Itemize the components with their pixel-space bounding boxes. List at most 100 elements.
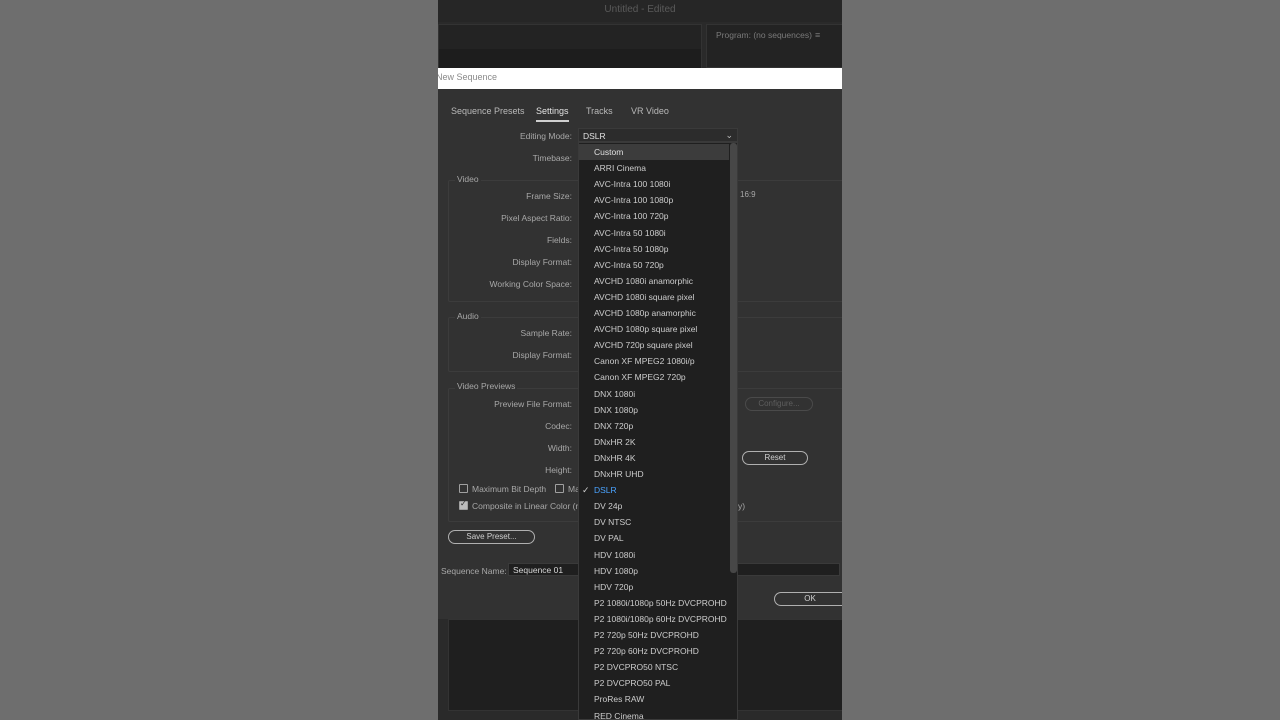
dropdown-item[interactable]: DNxHR 4K bbox=[579, 450, 729, 466]
dropdown-item-label: DNxHR 4K bbox=[594, 452, 636, 463]
dropdown-item-label: ProRes RAW bbox=[594, 694, 645, 705]
dropdown-item[interactable]: DNxHR UHD bbox=[579, 466, 729, 482]
dropdown-item-label: ARRI Cinema bbox=[594, 163, 646, 174]
dropdown-item-label: AVC-Intra 50 720p bbox=[594, 259, 664, 270]
program-panel-label: Program: (no sequences) bbox=[716, 30, 812, 40]
dropdown-item[interactable]: ✓ DSLR bbox=[579, 482, 729, 498]
dropdown-item[interactable]: RED Cinema bbox=[579, 708, 729, 720]
dropdown-item[interactable]: Canon XF MPEG2 1080i/p bbox=[579, 353, 729, 369]
dropdown-item[interactable]: P2 DVCPRO50 PAL bbox=[579, 675, 729, 691]
dropdown-item[interactable]: P2 1080i/1080p 50Hz DVCPROHD bbox=[579, 595, 729, 611]
dropdown-item-label: AVCHD 1080p square pixel bbox=[594, 324, 698, 335]
dropdown-item-label: DV NTSC bbox=[594, 517, 632, 528]
right-background bbox=[842, 0, 1280, 720]
editing-mode-select[interactable]: DSLR ⌄ bbox=[578, 128, 738, 142]
hamburger-icon[interactable]: ≡ bbox=[815, 30, 820, 40]
fields-label: Fields: bbox=[546, 235, 572, 245]
editing-mode-label: Editing Mode: bbox=[520, 131, 572, 141]
dropdown-item[interactable]: DNX 1080i bbox=[579, 386, 729, 402]
dropdown-item[interactable]: HDV 1080p bbox=[579, 563, 729, 579]
reset-button[interactable]: Reset bbox=[742, 451, 808, 465]
dropdown-item-label: AVC-Intra 50 1080p bbox=[594, 243, 669, 254]
dropdown-item-label: P2 1080i/1080p 60Hz DVCPROHD bbox=[594, 613, 727, 624]
dialog-titlebar: New Sequence bbox=[438, 68, 842, 89]
dropdown-item[interactable]: AVCHD 1080i square pixel bbox=[579, 289, 729, 305]
dropdown-item-label: P2 1080i/1080p 50Hz DVCPROHD bbox=[594, 597, 727, 608]
sample-rate-label: Sample Rate: bbox=[520, 328, 573, 338]
preview-file-format-label: Preview File Format: bbox=[494, 399, 572, 409]
dropdown-item[interactable]: ARRI Cinema bbox=[579, 160, 729, 176]
tab-tracks[interactable]: Tracks bbox=[586, 106, 613, 116]
dropdown-item-label: AVC-Intra 50 1080i bbox=[594, 227, 666, 238]
dropdown-item[interactable]: P2 DVCPRO50 NTSC bbox=[579, 659, 729, 675]
dropdown-item[interactable]: DV NTSC bbox=[579, 514, 729, 530]
dropdown-item[interactable]: Custom bbox=[579, 144, 729, 160]
frame-ratio: 16:9 bbox=[740, 190, 756, 199]
left-background bbox=[0, 0, 438, 720]
dropdown-item-label: P2 DVCPRO50 PAL bbox=[594, 678, 671, 689]
max-bit-depth-label: Maximum Bit Depth bbox=[472, 484, 547, 494]
chevron-down-icon: ⌄ bbox=[725, 130, 733, 140]
source-panel-body bbox=[439, 49, 701, 69]
height-label: Height: bbox=[545, 465, 572, 475]
timebase-label: Timebase: bbox=[532, 153, 572, 163]
sequence-name-value: Sequence 01 bbox=[513, 565, 564, 575]
dialog-title: New Sequence bbox=[438, 72, 498, 82]
composite-linear-checkbox[interactable] bbox=[459, 499, 468, 510]
dropdown-item[interactable]: Canon XF MPEG2 720p bbox=[579, 369, 729, 385]
dropdown-item-label: HDV 720p bbox=[594, 581, 634, 592]
dropdown-item[interactable]: AVC-Intra 100 1080p bbox=[579, 192, 729, 208]
tab-sequence-presets[interactable]: Sequence Presets bbox=[451, 106, 525, 116]
video-heading: Video bbox=[455, 174, 481, 184]
tab-vr-video[interactable]: VR Video bbox=[631, 106, 669, 116]
dropdown-item[interactable]: AVC-Intra 100 720p bbox=[579, 208, 729, 224]
video-display-format-label: Display Format: bbox=[512, 257, 572, 267]
dropdown-item-label: DNX 1080p bbox=[594, 404, 638, 415]
dropdown-item[interactable]: P2 1080i/1080p 60Hz DVCPROHD bbox=[579, 611, 729, 627]
width-label: Width: bbox=[547, 443, 572, 453]
dropdown-item[interactable]: DNX 720p bbox=[579, 418, 729, 434]
dropdown-item-label: DV PAL bbox=[594, 533, 624, 544]
dropdown-item[interactable]: AVCHD 1080i anamorphic bbox=[579, 273, 729, 289]
dropdown-item-label: P2 720p 60Hz DVCPROHD bbox=[594, 646, 699, 657]
dropdown-item-label: HDV 1080p bbox=[594, 565, 638, 576]
frame-size-label: Frame Size: bbox=[526, 191, 572, 201]
dropdown-item-label: DNxHR UHD bbox=[594, 469, 644, 479]
dropdown-item-label: DSLR bbox=[594, 485, 617, 496]
ok-button[interactable]: OK bbox=[774, 592, 842, 606]
max-render-quality-checkbox[interactable] bbox=[555, 484, 564, 493]
dropdown-item[interactable]: ProRes RAW bbox=[579, 691, 729, 707]
codec-label: Codec: bbox=[545, 421, 572, 431]
program-panel: Program: (no sequences) ≡ bbox=[706, 24, 842, 68]
dropdown-item[interactable]: DNX 1080p bbox=[579, 402, 729, 418]
dropdown-item[interactable]: DV 24p bbox=[579, 498, 729, 514]
dropdown-item[interactable]: AVCHD 1080p anamorphic bbox=[579, 305, 729, 321]
dropdown-item[interactable]: DNxHR 2K bbox=[579, 434, 729, 450]
working-color-space-label: Working Color Space: bbox=[489, 279, 572, 289]
dropdown-item[interactable]: P2 720p 60Hz DVCPROHD bbox=[579, 643, 729, 659]
dropdown-item[interactable]: AVC-Intra 50 1080i bbox=[579, 225, 729, 241]
dropdown-item[interactable]: HDV 1080i bbox=[579, 547, 729, 563]
save-preset-button[interactable]: Save Preset... bbox=[448, 530, 535, 544]
dropdown-item[interactable]: HDV 720p bbox=[579, 579, 729, 595]
dropdown-item-label: RED Cinema bbox=[594, 710, 644, 720]
dropdown-item-label: P2 720p 50Hz DVCPROHD bbox=[594, 630, 699, 640]
dropdown-item[interactable]: DV PAL bbox=[579, 530, 729, 546]
dropdown-item-label: AVC-Intra 100 720p bbox=[594, 211, 669, 222]
editing-mode-value: DSLR bbox=[583, 131, 606, 141]
composite-linear-label-tail: y) bbox=[738, 501, 746, 511]
configure-button[interactable]: Configure... bbox=[745, 397, 813, 411]
dropdown-item-label: AVCHD 1080p anamorphic bbox=[594, 308, 696, 318]
dropdown-item[interactable]: P2 720p 50Hz DVCPROHD bbox=[579, 627, 729, 643]
dropdown-item-label: DNxHR 2K bbox=[594, 436, 636, 447]
dropdown-item[interactable]: AVC-Intra 50 720p bbox=[579, 257, 729, 273]
dropdown-item[interactable]: AVCHD 1080p square pixel bbox=[579, 321, 729, 337]
tab-settings[interactable]: Settings bbox=[536, 106, 569, 122]
dropdown-item-label: AVC-Intra 100 1080p bbox=[594, 195, 674, 206]
dropdown-scrollbar[interactable] bbox=[730, 143, 737, 573]
pixel-aspect-ratio-label: Pixel Aspect Ratio: bbox=[501, 213, 572, 223]
dropdown-item[interactable]: AVCHD 720p square pixel bbox=[579, 337, 729, 353]
dropdown-item[interactable]: AVC-Intra 100 1080i bbox=[579, 176, 729, 192]
dropdown-item[interactable]: AVC-Intra 50 1080p bbox=[579, 241, 729, 257]
max-bit-depth-checkbox[interactable] bbox=[459, 484, 468, 493]
